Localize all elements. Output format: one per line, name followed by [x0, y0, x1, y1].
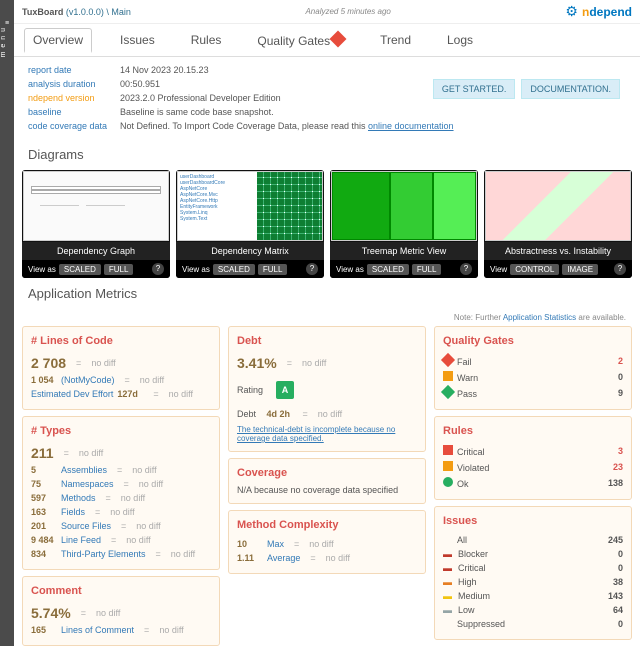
tab-trend[interactable]: Trend	[372, 29, 419, 51]
metrics-heading: Application Metrics	[14, 278, 640, 309]
types-row: 834Third-Party Elements=no diff	[31, 547, 211, 561]
issues-all-row[interactable]: All245	[443, 533, 623, 547]
violated-icon	[443, 461, 453, 471]
card-comment: Comment 5.74%=no diff 165Lines of Commen…	[22, 576, 220, 646]
fail-icon	[441, 353, 455, 367]
diagram-dependency-matrix[interactable]: userDashboarduserDashboardCoreAspNetCore…	[176, 170, 324, 278]
types-row: 75Namespaces=no diff	[31, 477, 211, 491]
debt-incomplete-link[interactable]: The technical-debt is incomplete because…	[237, 425, 417, 443]
card-debt: Debt 3.41%=no diff Rating A Debt 4d 2h=n…	[228, 326, 426, 452]
left-menu-rail[interactable]: ≡ m e n u	[0, 0, 14, 646]
ok-icon	[443, 477, 453, 487]
critical-icon	[443, 445, 453, 455]
diagrams-heading: Diagrams	[14, 139, 640, 170]
gear-icon[interactable]: ⚙	[565, 3, 578, 20]
tab-issues[interactable]: Issues	[112, 29, 163, 51]
qg-pass-row[interactable]: Pass9	[443, 385, 623, 401]
app-stats-link[interactable]: Application Statistics	[503, 313, 576, 322]
help-icon[interactable]: ?	[306, 263, 318, 275]
rules-critical-row[interactable]: Critical3	[443, 443, 623, 459]
diagram-cards: Dependency Graph View asSCALEDFULL? user…	[14, 170, 640, 278]
main-tabs: Overview Issues Rules Quality Gates Tren…	[14, 24, 640, 57]
diagram-abstractness[interactable]: Abstractness vs. Instability ViewCONTROL…	[484, 170, 632, 278]
info-key: report date	[28, 65, 120, 75]
analyzed-label: Analyzed 5 minutes ago	[131, 7, 566, 16]
qg-warn-row[interactable]: Warn0	[443, 369, 623, 385]
metrics-note: Note: Further Application Statistics are…	[14, 309, 640, 326]
tab-logs[interactable]: Logs	[439, 29, 481, 51]
card-issues: Issues All245 ▬Blocker0▬Critical0▬High38…	[434, 506, 632, 640]
help-icon[interactable]: ?	[460, 263, 472, 275]
breadcrumb-main[interactable]: Main	[111, 7, 131, 17]
types-row: 9 484Line Feed=no diff	[31, 533, 211, 547]
full-button[interactable]: FULL	[104, 264, 134, 275]
get-started-button[interactable]: GET STARTED.	[433, 79, 516, 99]
issues-severity-row[interactable]: ▬Blocker0	[443, 547, 623, 561]
product-version: (v1.0.0.0)	[66, 7, 104, 17]
issues-severity-row[interactable]: ▬High38	[443, 575, 623, 589]
diagram-treemap[interactable]: Treemap Metric View View asSCALEDFULL?	[330, 170, 478, 278]
coverage-doc-link[interactable]: online documentation	[368, 121, 454, 131]
qg-fail-row[interactable]: Fail2	[443, 353, 623, 369]
warn-icon	[443, 371, 453, 381]
page: TuxBoard (v1.0.0.0) \ Main Analyzed 5 mi…	[14, 0, 640, 646]
diagram-thumb	[23, 171, 169, 241]
hamburger-icon[interactable]: ≡	[0, 20, 14, 27]
types-row: 5Assemblies=no diff	[31, 463, 211, 477]
qg-fail-icon	[330, 30, 347, 47]
card-rules: Rules Critical3 Violated23 Ok138	[434, 416, 632, 500]
topbar: TuxBoard (v1.0.0.0) \ Main Analyzed 5 mi…	[14, 0, 640, 24]
analysis-info: report date14 Nov 2023 20.15.23 analysis…	[14, 57, 640, 139]
brand-logo[interactable]: ndepend	[582, 5, 632, 19]
debt-rating-badge: A	[276, 381, 294, 399]
info-val: 14 Nov 2023 20.15.23	[120, 65, 209, 75]
tab-rules[interactable]: Rules	[183, 29, 230, 51]
issues-severity-row[interactable]: ▬Medium143	[443, 589, 623, 603]
card-complexity: Method Complexity 10Max=no diff 1.11Aver…	[228, 510, 426, 574]
types-row: 163Fields=no diff	[31, 505, 211, 519]
rules-violated-row[interactable]: Violated23	[443, 459, 623, 475]
tab-overview[interactable]: Overview	[24, 28, 92, 53]
types-row: 597Methods=no diff	[31, 491, 211, 505]
scaled-button[interactable]: SCALED	[59, 264, 101, 275]
issues-severity-row[interactable]: ▬Critical0	[443, 561, 623, 575]
pass-icon	[441, 385, 455, 399]
rules-ok-row[interactable]: Ok138	[443, 475, 623, 491]
product-name: TuxBoard	[22, 7, 63, 17]
tab-quality-gates[interactable]: Quality Gates	[249, 29, 352, 52]
card-loc: # Lines of Code 2 708=no diff 1 054(NotM…	[22, 326, 220, 410]
diagram-dependency-graph[interactable]: Dependency Graph View asSCALEDFULL?	[22, 170, 170, 278]
metrics-columns: # Lines of Code 2 708=no diff 1 054(NotM…	[14, 326, 640, 646]
help-icon[interactable]: ?	[614, 263, 626, 275]
menu-label: m e n u	[0, 27, 7, 57]
documentation-button[interactable]: DOCUMENTATION.	[521, 79, 620, 99]
loc-value: 2 708	[31, 355, 66, 371]
card-types: # Types 211=no diff 5Assemblies=no diff7…	[22, 416, 220, 570]
help-icon[interactable]: ?	[152, 263, 164, 275]
types-row: 201Source Files=no diff	[31, 519, 211, 533]
issues-suppressed-row[interactable]: Suppressed0	[443, 617, 623, 631]
breadcrumb[interactable]: TuxBoard (v1.0.0.0) \ Main	[22, 7, 131, 17]
card-quality-gates: Quality Gates Fail2 Warn0 Pass9	[434, 326, 632, 410]
issues-severity-row[interactable]: ▬Low64	[443, 603, 623, 617]
card-coverage: Coverage N/A because no coverage data sp…	[228, 458, 426, 504]
